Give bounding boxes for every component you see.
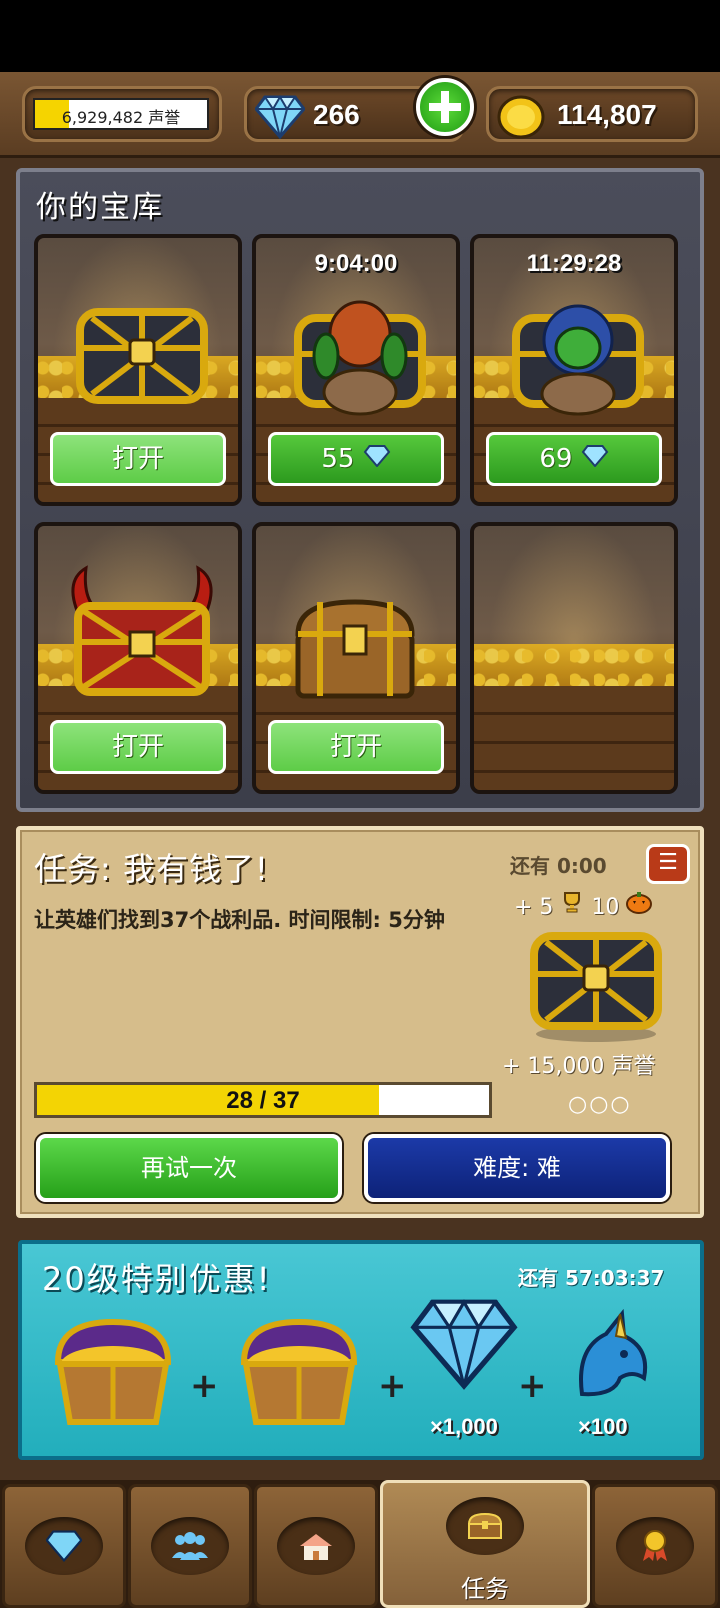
nav-quests-label: 任务 (461, 1575, 509, 1603)
gem-icon (25, 1517, 103, 1575)
open-label: 打开 (329, 732, 382, 762)
reputation-value: 6,929,482 声誉 (61, 108, 181, 127)
reputation-reward: + 15,000 声誉 (502, 1054, 656, 1079)
reward-chest-icon (526, 926, 666, 1046)
gem-quantity: ×1,000 (430, 1414, 498, 1439)
retry-button[interactable]: 再试一次 (36, 1134, 342, 1202)
diamond-icon (254, 95, 306, 143)
wood-floor (474, 686, 674, 790)
offer-time-left: 还有 57:03:37 (518, 1266, 665, 1290)
wooden-chest-icon (290, 594, 420, 708)
quest-time-left: 还有 0:00 (510, 854, 607, 878)
house-icon (277, 1517, 355, 1575)
vault-slot-empty (470, 522, 678, 794)
quest-panel: 任务: 我有钱了! 让英雄们找到37个战利品. 时间限制: 5分钟 还有 0:0… (16, 826, 704, 1218)
people-icon (151, 1517, 229, 1575)
vault-panel: 你的宝库 打开 9:04:00 55 11:29:28 69 打开 打开 (16, 168, 704, 812)
vault-slot-3[interactable]: 11:29:28 69 (470, 234, 678, 506)
speed-up-button[interactable]: 69 (486, 432, 662, 486)
quest-menu-button[interactable]: ☰ (646, 844, 690, 884)
nav-heroes[interactable] (128, 1484, 252, 1608)
gold-count: 114,807 (557, 99, 657, 130)
medal-icon (616, 1517, 694, 1575)
quest-progress-text: 28 / 37 (226, 1087, 300, 1114)
plus-sign: + (190, 1366, 219, 1406)
gold-lattice-chest-icon (72, 298, 212, 412)
vault-slot-1[interactable]: 打开 (34, 234, 242, 506)
vault-slot-5[interactable]: 打开 (252, 522, 460, 794)
plus-sign: + (518, 1366, 547, 1406)
open-label: 打开 (111, 732, 164, 762)
chest-icon (446, 1497, 524, 1555)
gem-count: 266 (313, 99, 360, 130)
quest-title: 任务: 我有钱了! (34, 850, 269, 888)
quest-description: 让英雄们找到37个战利品. 时间限制: 5分钟 (34, 908, 445, 932)
unlock-timer: 9:04:00 (314, 250, 398, 277)
trophy-icon (564, 892, 581, 913)
hooded-goblin-chest-icon (508, 298, 648, 422)
currency-bar: 6,929,482 声誉 266 114,807 (0, 72, 720, 158)
special-offer-panel[interactable]: 20级特别优惠! 还有 57:03:37 + + ×1,000 + ×100 (18, 1240, 704, 1460)
gold-counter[interactable]: 114,807 (486, 86, 698, 142)
quest-reward-row: + 5 10 (514, 890, 653, 920)
trophy-reward: + 5 (514, 895, 554, 920)
gem-cost: 69 (539, 444, 573, 474)
pumpkin-reward: 10 (591, 895, 620, 920)
open-label: 打开 (111, 444, 164, 474)
goblin-chest-icon (290, 298, 430, 422)
diamond-icon (581, 445, 608, 468)
vault-slot-2[interactable]: 9:04:00 55 (252, 234, 460, 506)
quest-progress-bar: 28 / 37 (34, 1082, 492, 1118)
nav-shop[interactable] (2, 1484, 126, 1608)
gold-coin-icon (495, 93, 547, 145)
status-bar (0, 0, 720, 72)
unicorn-token-icon (562, 1308, 658, 1408)
nav-achievements[interactable] (592, 1484, 718, 1608)
horned-red-chest-icon (52, 562, 232, 706)
open-chest-button[interactable]: 打开 (50, 720, 226, 774)
unlock-timer: 11:29:28 (526, 250, 622, 277)
vault-title: 你的宝库 (36, 190, 164, 225)
speed-up-button[interactable]: 55 (268, 432, 444, 486)
gem-cost: 55 (321, 444, 355, 474)
diamond-icon (363, 445, 390, 468)
nav-town[interactable] (254, 1484, 378, 1608)
gold-pile (474, 644, 674, 688)
open-treasure-chest-icon (48, 1312, 178, 1436)
pumpkin-icon (626, 892, 653, 914)
offer-title: 20级特别优惠! (42, 1260, 272, 1298)
open-treasure-chest-icon (234, 1312, 364, 1436)
difficulty-stars: ○○○ (568, 1092, 632, 1117)
bottom-nav: 任务 (0, 1480, 720, 1608)
nav-quests[interactable]: 任务 (380, 1480, 590, 1608)
open-chest-button[interactable]: 打开 (50, 432, 226, 486)
open-chest-button[interactable]: 打开 (268, 720, 444, 774)
plus-sign: + (378, 1366, 407, 1406)
diamond-icon (410, 1298, 518, 1394)
reputation-meter[interactable]: 6,929,482 声誉 (22, 86, 222, 142)
unicorn-quantity: ×100 (578, 1414, 628, 1439)
reputation-bar: 6,929,482 声誉 (33, 98, 209, 130)
difficulty-button[interactable]: 难度: 难 (364, 1134, 670, 1202)
vault-slot-4[interactable]: 打开 (34, 522, 242, 794)
buy-gems-button[interactable] (416, 78, 474, 136)
